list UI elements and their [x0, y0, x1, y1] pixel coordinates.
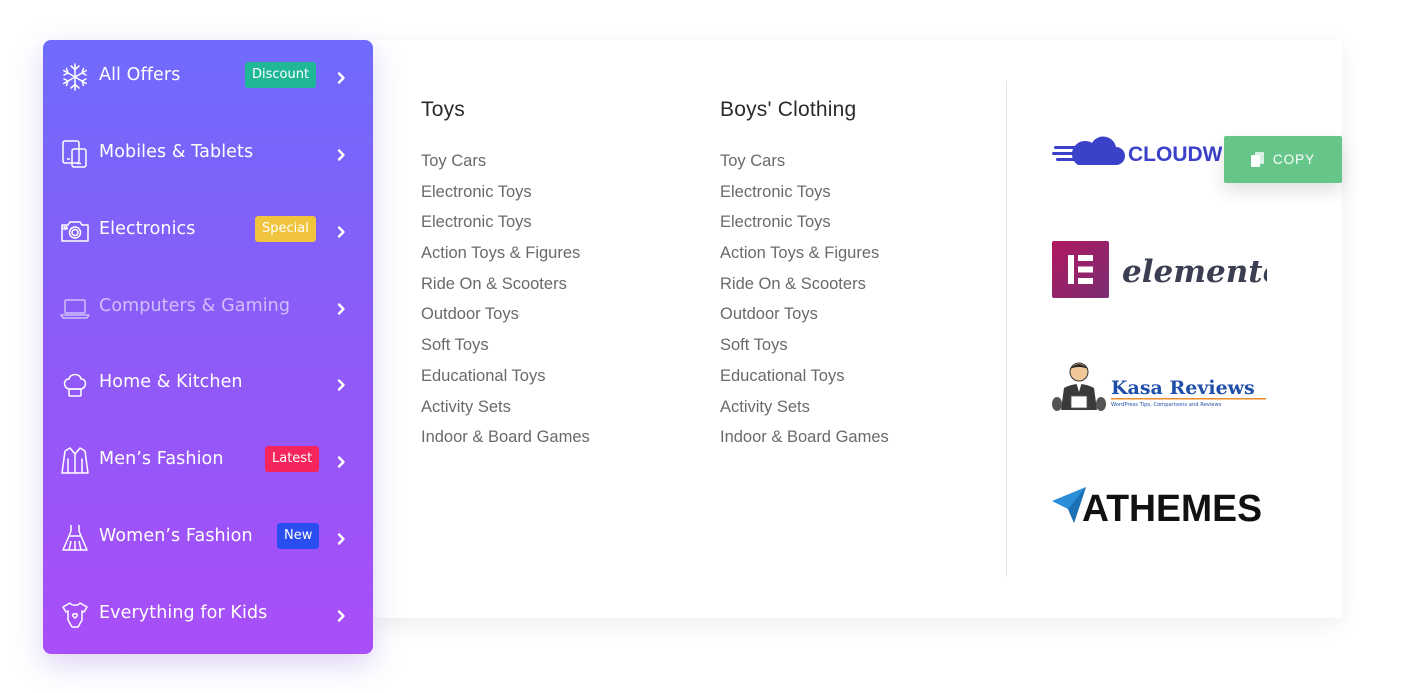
- sidebar-item-mens-fashion[interactable]: Men’s Fashion Latest: [43, 424, 373, 501]
- special-badge: Special: [255, 216, 316, 242]
- sidebar-item-all-offers[interactable]: All Offers Discount: [43, 40, 373, 117]
- chevron-right-icon: [334, 378, 348, 392]
- kasa-wordmark: Kasa Reviews: [1111, 377, 1255, 399]
- chevron-right-icon: [334, 148, 348, 162]
- latest-badge: Latest: [265, 446, 320, 472]
- menu-column-boys-clothing: Boys' Clothing Toy Cars Electronic Toys …: [720, 98, 889, 453]
- chevron-right-icon: [334, 225, 348, 239]
- snowflake-icon: [60, 62, 90, 92]
- sidebar-item-label: All Offers: [99, 65, 181, 85]
- sidebar-item-label: Men’s Fashion: [99, 449, 224, 469]
- column-title: Boys' Clothing: [720, 98, 857, 121]
- menu-link[interactable]: Ride On & Scooters: [720, 269, 889, 300]
- menu-link[interactable]: Outdoor Toys: [720, 299, 889, 330]
- menu-link[interactable]: Educational Toys: [421, 361, 590, 392]
- athemes-wordmark: ATHEMES: [1082, 488, 1262, 529]
- cloudways-wordmark: CLOUDWA: [1128, 143, 1222, 166]
- column-divider: [1006, 81, 1007, 577]
- menu-link[interactable]: Ride On & Scooters: [421, 269, 590, 300]
- menu-link[interactable]: Toy Cars: [720, 146, 889, 177]
- new-badge: New: [277, 523, 320, 549]
- mega-menu-panel: Toys Toy Cars Electronic Toys Electronic…: [373, 40, 1342, 618]
- menu-link[interactable]: Electronic Toys: [421, 207, 590, 238]
- jacket-icon: [60, 446, 90, 476]
- sidebar-item-computers-gaming[interactable]: Computers & Gaming: [43, 271, 373, 348]
- discount-badge: Discount: [245, 62, 317, 88]
- menu-link[interactable]: Indoor & Board Games: [720, 422, 889, 453]
- copy-icon: [1250, 152, 1265, 167]
- sidebar-item-label: Electronics: [99, 219, 196, 239]
- column-title: Toys: [421, 98, 465, 121]
- chevron-right-icon: [334, 532, 348, 546]
- menu-link[interactable]: Action Toys & Figures: [720, 238, 889, 269]
- dress-icon: [60, 523, 90, 553]
- sidebar-item-label: Mobiles & Tablets: [99, 142, 254, 162]
- menu-link[interactable]: Activity Sets: [720, 392, 889, 423]
- kasa-tagline: WordPress Tips, Comparisons and Reviews: [1111, 402, 1222, 408]
- menu-column-toys: Toys Toy Cars Electronic Toys Electronic…: [421, 98, 590, 453]
- menu-link[interactable]: Toy Cars: [421, 146, 590, 177]
- chevron-right-icon: [334, 609, 348, 623]
- menu-link[interactable]: Activity Sets: [421, 392, 590, 423]
- sidebar-item-label: Everything for Kids: [99, 603, 268, 623]
- chevron-right-icon: [334, 302, 348, 316]
- menu-link[interactable]: Electronic Toys: [720, 177, 889, 208]
- sidebar-item-mobiles-tablets[interactable]: Mobiles & Tablets: [43, 117, 373, 194]
- sidebar-item-label: Women’s Fashion: [99, 526, 253, 546]
- menu-link[interactable]: Educational Toys: [720, 361, 889, 392]
- sidebar-item-electronics[interactable]: Electronics Special: [43, 194, 373, 271]
- menu-link[interactable]: Soft Toys: [720, 330, 889, 361]
- menu-link[interactable]: Electronic Toys: [421, 177, 590, 208]
- sidebar-item-womens-fashion[interactable]: Women’s Fashion New: [43, 501, 373, 578]
- baby-onesie-icon: [60, 600, 90, 630]
- menu-link[interactable]: Soft Toys: [421, 330, 590, 361]
- chef-hat-icon: [60, 369, 90, 399]
- menu-link[interactable]: Indoor & Board Games: [421, 422, 590, 453]
- sidebar-item-home-kitchen[interactable]: Home & Kitchen: [43, 347, 373, 424]
- category-sidebar: All Offers Discount Mobiles & Tablets El…: [43, 40, 373, 654]
- sidebar-item-label: Computers & Gaming: [99, 296, 291, 316]
- cloudways-logo[interactable]: CLOUDWA: [1052, 130, 1237, 174]
- laptop-icon: [60, 293, 90, 323]
- menu-link[interactable]: Outdoor Toys: [421, 299, 590, 330]
- sidebar-item-everything-for-kids[interactable]: Everything for Kids: [43, 578, 373, 655]
- kasa-reviews-logo[interactable]: Kasa Reviews WordPress Tips, Comparisons…: [1051, 358, 1271, 420]
- elementor-logo[interactable]: elementor: [1052, 240, 1302, 300]
- devices-icon: [60, 139, 90, 169]
- menu-link[interactable]: Electronic Toys: [720, 207, 889, 238]
- athemes-logo[interactable]: ATHEMES: [1052, 483, 1267, 530]
- sidebar-item-label: Home & Kitchen: [99, 372, 243, 392]
- copy-label: COPY: [1272, 152, 1316, 167]
- menu-link[interactable]: Action Toys & Figures: [421, 238, 590, 269]
- chevron-right-icon: [334, 71, 348, 85]
- elementor-wordmark: elementor: [1122, 254, 1267, 290]
- chevron-right-icon: [334, 455, 348, 469]
- camera-icon: [60, 216, 90, 246]
- copy-button[interactable]: COPY: [1224, 136, 1342, 183]
